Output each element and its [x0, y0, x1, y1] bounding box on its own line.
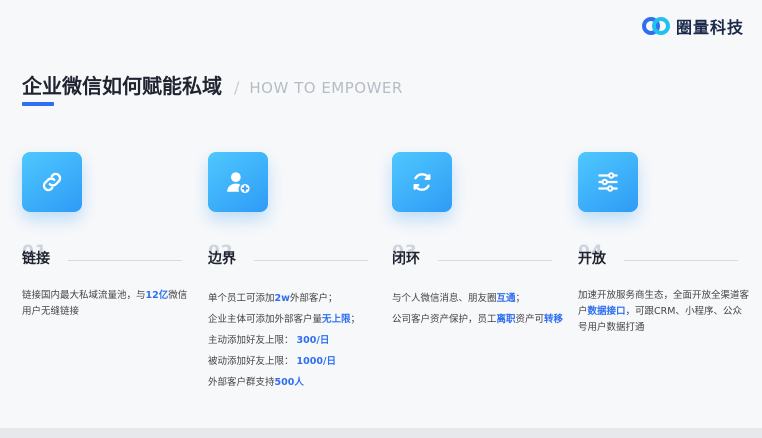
description-text: ； — [350, 314, 361, 325]
description-line: 加速开放服务商生态，全面开放全渠道客户数据接口，可跟CRM、小程序、公众号用户数… — [578, 288, 750, 336]
title-chinese: 企业微信如何赋能私域 — [22, 74, 222, 98]
description-line: 单个员工可添加2w外部客户； — [208, 288, 380, 309]
heading-divider — [624, 260, 738, 261]
brand-mark-icon — [641, 17, 670, 35]
feature-description: 与个人微信消息、朋友圈互通； 公司客户资产保护，员工离职资产可转移 — [392, 288, 564, 330]
icon-tile — [22, 152, 82, 212]
feature-description: 单个员工可添加2w外部客户； 企业主体可添加外部客户量无上限； 主动添加好友上限： … — [208, 288, 380, 393]
title-separator: / — [234, 78, 240, 97]
description-text: 被动添加好友上限： — [208, 356, 297, 367]
feature-heading-row: 04 开放 — [578, 244, 748, 274]
highlight-text: 离职 — [496, 314, 516, 325]
highlight-text: 转移 — [544, 314, 564, 325]
heading-divider — [438, 260, 552, 261]
description-line: 主动添加好友上限： 300/日 — [208, 330, 380, 351]
description-text: 企业主体可添加外部客户量 — [208, 314, 323, 325]
description-line: 与个人微信消息、朋友圈互通； — [392, 288, 564, 309]
description-text: 外部客户； — [289, 293, 338, 304]
brand-name: 圈量科技 — [675, 18, 744, 37]
description-text: 与个人微信消息、朋友圈 — [392, 293, 497, 304]
icon-tile — [578, 152, 638, 212]
highlight-text: 数据接口 — [587, 306, 626, 317]
feature-heading-row: 01 链接 — [22, 244, 192, 274]
description-line: 企业主体可添加外部客户量无上限； — [208, 309, 380, 330]
description-line: 被动添加好友上限： 1000/日 — [208, 351, 380, 372]
feature-column-open: 04 开放 加速开放服务商生态，全面开放全渠道客户数据接口，可跟CRM、小程序、… — [578, 152, 749, 333]
description-text: 资产可 — [515, 314, 545, 325]
description-text: 公司客户资产保护，员工 — [392, 314, 497, 325]
title-english: HOW TO EMPOWER — [249, 79, 403, 97]
feature-column-closed-loop: 03 闭环 与个人微信消息、朋友圈互通； 公司客户资产保护，员工离职资产可转移 — [392, 152, 563, 325]
description-line: 公司客户资产保护，员工离职资产可转移 — [392, 309, 564, 330]
feature-heading: 边界 — [208, 251, 236, 267]
bottom-bar — [0, 428, 762, 438]
feature-description: 链接国内最大私域流量池，与12亿微信用户无缝链接 — [22, 288, 194, 320]
page-title: 企业微信如何赋能私域 / HOW TO EMPOWER — [22, 70, 403, 99]
description-line: 外部客户群支持500人 — [208, 372, 380, 393]
add-user-icon — [227, 172, 250, 194]
icon-tile — [208, 152, 268, 212]
heading-divider — [68, 260, 182, 261]
highlight-text: 300/日 — [296, 335, 330, 346]
description-text: 外部客户群支持 — [208, 377, 275, 388]
feature-column-link: 01 链接 链接国内最大私域流量池，与12亿微信用户无缝链接 — [22, 152, 192, 317]
feature-heading-row: 02 边界 — [208, 244, 378, 274]
highlight-text: 2w — [274, 293, 290, 304]
feature-column-boundary: 02 边界 单个员工可添加2w外部客户； 企业主体可添加外部客户量无上限； 主动添加… — [208, 152, 378, 388]
feature-heading: 开放 — [578, 251, 606, 267]
description-text: 单个员工可添加 — [208, 293, 275, 304]
title-underline — [22, 102, 54, 106]
feature-heading-row: 03 闭环 — [392, 244, 562, 274]
refresh-cycle-icon — [413, 173, 431, 191]
highlight-text: 12亿 — [145, 290, 169, 301]
brand-logo: 圈量科技 — [641, 14, 744, 38]
description-text: 链接国内最大私域流量池，与 — [22, 290, 146, 301]
sliders-icon — [598, 172, 618, 192]
heading-divider — [254, 260, 368, 261]
feature-heading: 链接 — [22, 251, 50, 267]
icon-tile — [392, 152, 452, 212]
description-text: 主动添加好友上限： — [208, 335, 297, 346]
description-text: ； — [515, 293, 526, 304]
highlight-text: 500人 — [274, 377, 304, 388]
link-icon — [42, 172, 62, 192]
highlight-text: 互通 — [496, 293, 516, 304]
slide: 圈量科技 企业微信如何赋能私域 / HOW TO EMPOWER 01 链接 链… — [0, 0, 762, 438]
highlight-text: 1000/日 — [296, 356, 336, 367]
feature-heading: 闭环 — [392, 251, 420, 267]
highlight-text: 无上限 — [322, 314, 351, 325]
description-line: 链接国内最大私域流量池，与12亿微信用户无缝链接 — [22, 288, 194, 320]
feature-description: 加速开放服务商生态，全面开放全渠道客户数据接口，可跟CRM、小程序、公众号用户数… — [578, 288, 750, 336]
